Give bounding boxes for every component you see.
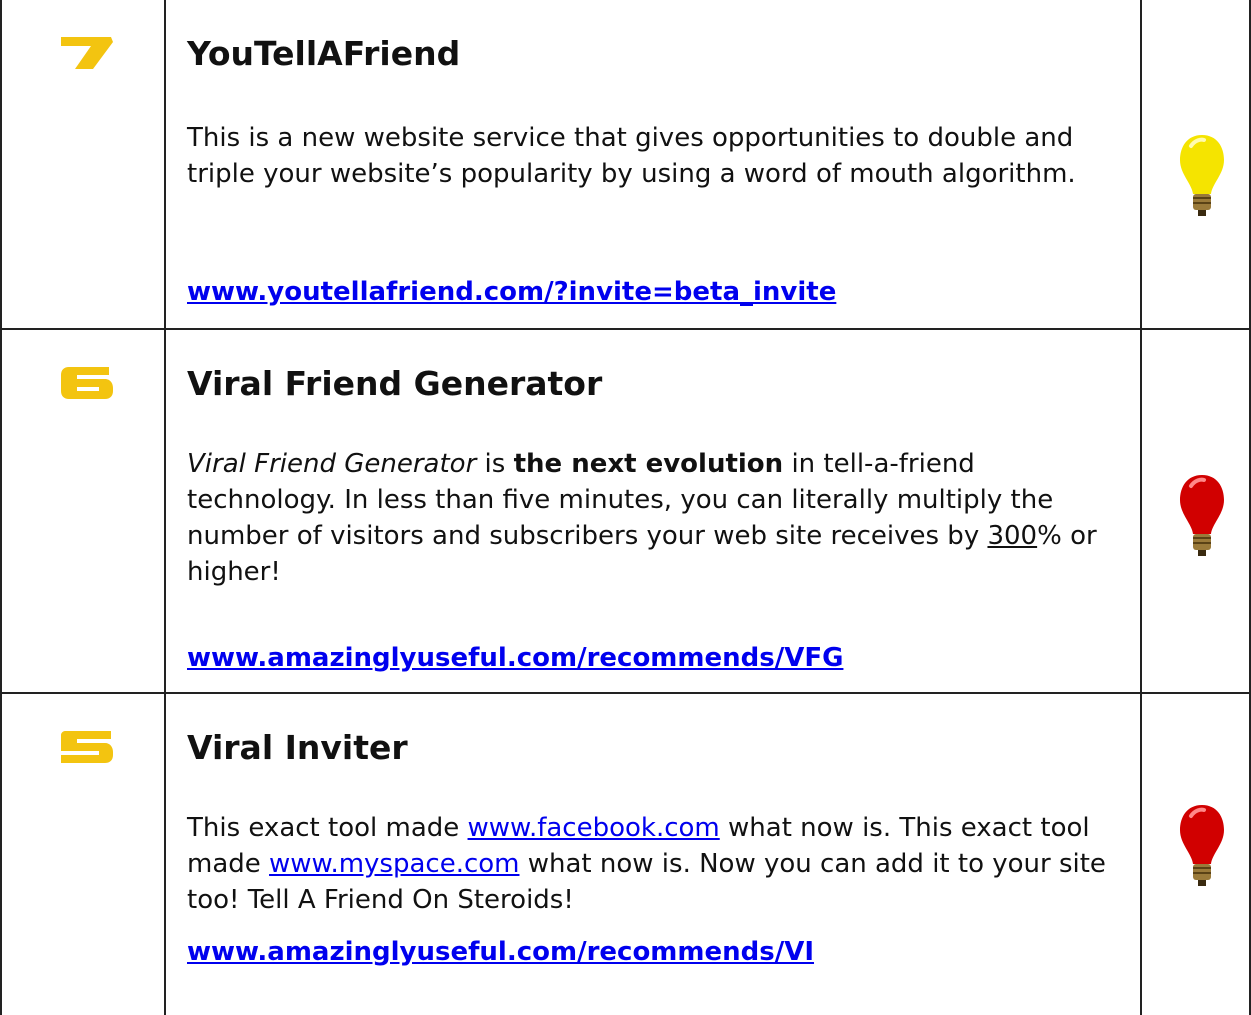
item-title: YouTellAFriend: [187, 34, 461, 73]
list-item-6: Viral Friend Generator Viral Friend Gene…: [0, 330, 1251, 692]
red-lightbulb-icon: [1180, 805, 1224, 886]
item-description: Viral Friend Generator is the next evolu…: [187, 446, 1122, 590]
item-title: Viral Inviter: [187, 728, 408, 767]
item-description: This exact tool made www.facebook.com wh…: [187, 810, 1122, 918]
number-six-icon: [61, 367, 113, 399]
myspace-link[interactable]: www.myspace.com: [269, 849, 519, 879]
yellow-lightbulb-icon: [1180, 135, 1224, 216]
text-fragment: is: [476, 449, 514, 479]
facebook-link[interactable]: www.facebook.com: [468, 813, 720, 843]
item-link[interactable]: www.amazinglyuseful.com/recommends/VFG: [187, 640, 843, 676]
underlined-number: 300: [987, 521, 1038, 551]
bold-emphasis: the next evolution: [513, 449, 784, 479]
number-five-icon: [61, 731, 113, 763]
text-fragment: This exact tool made: [187, 813, 468, 843]
list-item-5: Viral Inviter This exact tool made www.f…: [0, 694, 1251, 1015]
item-link[interactable]: www.youtellafriend.com/?invite=beta_invi…: [187, 274, 836, 310]
number-seven-icon: [61, 37, 113, 69]
item-title: Viral Friend Generator: [187, 364, 603, 403]
list-item-7: YouTellAFriend This is a new website ser…: [0, 0, 1251, 328]
item-description: This is a new website service that gives…: [187, 123, 1076, 189]
item-link[interactable]: www.amazinglyuseful.com/recommends/VI: [187, 934, 814, 970]
product-name-emphasis: Viral Friend Generator: [187, 449, 477, 479]
red-lightbulb-icon: [1180, 475, 1224, 556]
